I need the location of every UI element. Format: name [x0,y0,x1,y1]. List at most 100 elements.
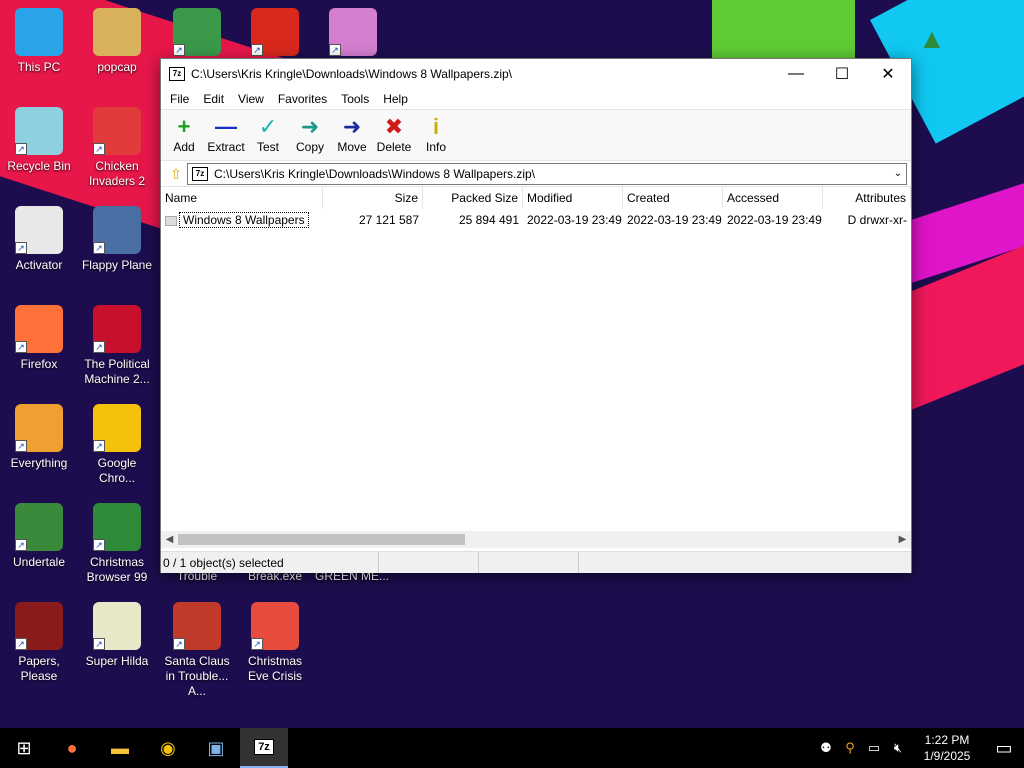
desktop-icon-activator[interactable]: ↗ Activator [0,206,78,273]
7zip-icon[interactable]: 7z [240,728,288,768]
desktop-icon-santa-claus-in-trouble-a[interactable]: ↗ Santa Claus in Trouble... A... [158,602,236,699]
desktop-icon-undertale[interactable]: ↗ Undertale [0,503,78,570]
menu-file[interactable]: File [163,92,196,106]
desktop-icon-recycle-bin[interactable]: ↗ Recycle Bin [0,107,78,174]
column-size[interactable]: Size [323,187,423,209]
desktop-icon-label: The Political Machine 2... [84,357,150,386]
row-name-text[interactable]: Windows 8 Wallpapers [179,212,309,228]
desktop-icon-unlabeled-2[interactable]: ↗ [158,8,236,60]
desktop-icon-label: Santa Claus in Trouble... A... [164,654,230,698]
title-bar[interactable]: 7z C:\Users\Kris Kringle\Downloads\Windo… [161,59,911,89]
column-attributes[interactable]: Attributes [823,187,911,209]
desktop-icon-flappy-plane[interactable]: ↗ Flappy Plane [78,206,156,273]
copy-button[interactable]: ➜ Copy [289,114,331,154]
network-people-icon[interactable]: ⚉ [814,740,838,756]
desktop-icon-chicken-invaders-2[interactable]: ↗ Chicken Invaders 2 [78,107,156,189]
shortcut-arrow-icon: ↗ [93,440,105,452]
menu-tools[interactable]: Tools [334,92,376,106]
address-combo[interactable]: 7z C:\Users\Kris Kringle\Downloads\Windo… [187,162,907,185]
menu-help[interactable]: Help [376,92,415,106]
christmas-tree-desktop-icon[interactable]: ▲ [918,22,948,56]
toolbar-label: Move [337,140,367,154]
menu-view[interactable]: View [231,92,271,106]
shortcut-arrow-icon: ↗ [93,638,105,650]
add-button[interactable]: + Add [163,114,205,154]
cell-created: 2022-03-19 23:49 [627,213,722,227]
volume-muted-icon[interactable]: 🔇︎ [886,740,910,756]
delete-button[interactable]: ✖ Delete [373,114,415,154]
minimize-button[interactable]: — [773,59,819,89]
santa-face-icon: ↗ [251,602,299,650]
shortcut-arrow-icon: ↗ [329,44,341,56]
dog-icon: ↗ [93,602,141,650]
file-icon: ↗ [15,206,63,254]
shortcut-arrow-icon: ↗ [15,539,27,551]
desktop-icon-label: popcap [97,60,137,74]
firefox-icon[interactable]: ● [48,728,96,768]
chicken-icon: ↗ [93,107,141,155]
shortcut-arrow-icon: ↗ [15,143,27,155]
app-installer-icon[interactable]: ▣ [192,728,240,768]
info-icon: i [432,114,440,139]
notification-icon[interactable]: ▭ [984,738,1024,759]
info-button[interactable]: i Info [415,114,457,154]
file-explorer-icon[interactable]: ▬ [96,728,144,768]
up-folder-icon[interactable]: ⇧ [165,163,187,185]
column-name[interactable]: Name [161,187,323,209]
shortcut-arrow-icon: ↗ [93,539,105,551]
scroll-right-icon[interactable]: ▶ [894,534,911,545]
desktop-icon-popcap[interactable]: popcap [78,8,156,75]
column-packed-size[interactable]: Packed Size [423,187,523,209]
scroll-left-icon[interactable]: ◀ [161,534,178,545]
shortcut-arrow-icon: ↗ [251,638,263,650]
scroll-track[interactable] [178,532,894,547]
desktop-icon-papers-please[interactable]: ↗ Papers, Please [0,602,78,684]
menu-favorites[interactable]: Favorites [271,92,334,106]
desktop-icon-christmas-eve-crisis[interactable]: ↗ Christmas Eve Crisis [236,602,314,684]
status-bar: 0 / 1 object(s) selected [161,551,911,573]
chevron-down-icon[interactable]: ⌄ [890,168,906,179]
extract-button[interactable]: — Extract [205,114,247,154]
desktop-icon-super-hilda[interactable]: ↗ Super Hilda [78,602,156,669]
move-button[interactable]: ➜ Move [331,114,373,154]
toolbar-label: Info [425,140,446,154]
menu-edit[interactable]: Edit [196,92,231,106]
status-cell-2 [379,552,479,573]
political-machine-icon: ↗ [93,305,141,353]
desktop-icon-unlabeled-3[interactable]: ↗ [236,8,314,60]
desktop-icon-christmas-browser-99[interactable]: ↗ Christmas Browser 99 [78,503,156,585]
column-created[interactable]: Created [623,187,723,209]
undertale-icon: ↗ [15,503,63,551]
maximize-button[interactable]: ☐ [819,59,865,89]
mcdonalds-icon: ↗ [251,8,299,56]
column-accessed[interactable]: Accessed [723,187,823,209]
horizontal-scrollbar[interactable]: ◀ ▶ [161,531,911,548]
desktop-icon-label: Recycle Bin [7,159,71,173]
desktop-icon-google-chro[interactable]: ↗ Google Chro... [78,404,156,486]
windows-start-icon[interactable]: ⊞ [0,728,48,768]
desktop-icon-label: Flappy Plane [81,258,153,272]
column-modified[interactable]: Modified [523,187,623,209]
shortcut-arrow-icon: ↗ [173,638,185,650]
toolbar-label: Test [256,140,279,154]
desktop-icon-firefox[interactable]: ↗ Firefox [0,305,78,372]
network-icon[interactable]: ▭ [862,740,886,756]
test-button[interactable]: ✓ Test [247,114,289,154]
firefox-icon: ↗ [15,305,63,353]
recycle-bin-icon: ↗ [15,107,63,155]
desktop-icon-this-pc[interactable]: This PC [0,8,78,75]
address-text[interactable]: C:\Users\Kris Kringle\Downloads\Windows … [214,167,890,181]
desktop-icon-everything[interactable]: ↗ Everything [0,404,78,471]
close-button[interactable]: ✕ [865,59,911,89]
chrome-icon[interactable]: ◉ [144,728,192,768]
desktop-icon-unlabeled-4[interactable]: ↗ [314,8,392,60]
desktop-icon-label: Undertale [12,555,66,569]
move-arrow-icon: ➜ [342,114,362,139]
desktop-icon-the-political-machine-2[interactable]: ↗ The Political Machine 2... [78,305,156,387]
everything-search-icon[interactable]: ⚲ [838,740,862,756]
scroll-thumb[interactable] [178,534,465,545]
christmas-tree-icon: ↗ [93,503,141,551]
table-row[interactable]: Windows 8 Wallpapers 27 121 587 25 894 4… [161,209,911,231]
clock-date: 1/9/2025 [923,749,971,763]
clock[interactable]: 1:22 PM 1/9/2025 [916,732,978,764]
